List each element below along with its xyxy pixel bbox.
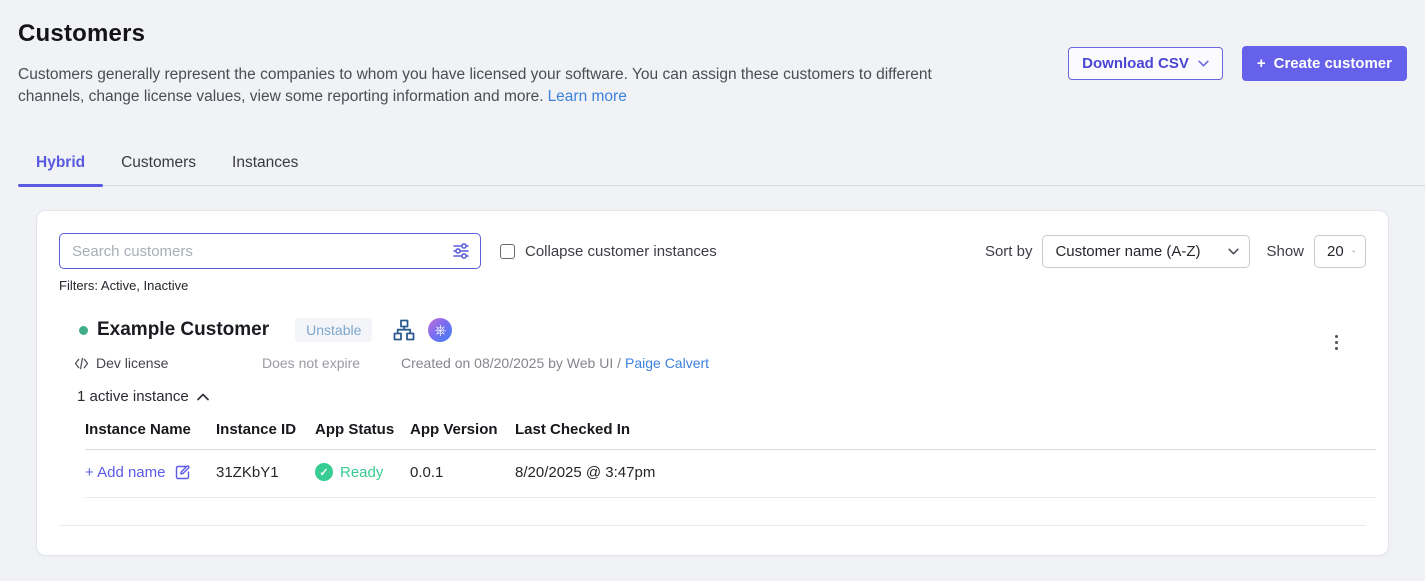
create-customer-button[interactable]: + Create customer <box>1242 46 1407 81</box>
tab-bar: Hybrid Customers Instances <box>18 154 1425 186</box>
customer-header-row: Example Customer Unstable ⎈ <box>59 318 1366 342</box>
app-version-cell: 0.0.1 <box>410 464 515 481</box>
col-instance-id: Instance ID <box>216 421 315 438</box>
page-description-text: Customers generally represent the compan… <box>18 66 932 105</box>
create-customer-label: Create customer <box>1274 55 1392 72</box>
show-label: Show <box>1266 243 1304 260</box>
instances-summary-label: 1 active instance <box>77 388 189 405</box>
active-status-dot <box>79 326 88 335</box>
created-by-link[interactable]: Paige Calvert <box>625 355 709 371</box>
download-csv-label: Download CSV <box>1082 55 1189 72</box>
show-select-value: 20 <box>1327 243 1344 260</box>
app-status-label: Ready <box>340 464 383 481</box>
collapse-instances-control[interactable]: Collapse customer instances <box>500 243 717 260</box>
tab-hybrid[interactable]: Hybrid <box>18 154 103 185</box>
col-last-checked-in: Last Checked In <box>515 421 1376 438</box>
page-title: Customers <box>18 20 1407 48</box>
search-input[interactable] <box>60 234 451 268</box>
download-csv-button[interactable]: Download CSV <box>1068 47 1223 80</box>
tab-customers[interactable]: Customers <box>103 154 214 185</box>
instance-row: + Add name 31ZKbY1 ✓ Ready 0.0.1 <box>85 450 1376 498</box>
collapse-instances-label: Collapse customer instances <box>525 243 717 260</box>
app-status-cell: ✓ Ready <box>315 463 410 481</box>
sort-select-value: Customer name (A-Z) <box>1055 243 1200 260</box>
created-prefix: Created on 08/20/2025 by Web UI / <box>401 355 621 371</box>
instance-id-cell: 31ZKbY1 <box>216 464 315 481</box>
license-type-label: Dev license <box>96 355 168 371</box>
col-instance-name: Instance Name <box>85 421 216 438</box>
chevron-down-icon <box>1228 248 1239 255</box>
instances-table-header: Instance Name Instance ID App Status App… <box>85 421 1376 450</box>
header-actions: Download CSV + Create customer <box>1068 46 1407 81</box>
instance-name-cell: + Add name <box>85 464 216 481</box>
chevron-down-icon <box>1198 60 1209 67</box>
sort-select[interactable]: Customer name (A-Z) <box>1042 235 1250 268</box>
card-divider <box>59 525 1366 526</box>
kubernetes-icon: ⎈ <box>428 318 452 342</box>
sitemap-icon <box>392 318 416 342</box>
toolbar: Collapse customer instances Sort by Cust… <box>59 233 1366 269</box>
instances-table: Instance Name Instance ID App Status App… <box>85 421 1376 498</box>
check-circle-icon: ✓ <box>315 463 333 481</box>
chevron-up-icon <box>197 393 209 401</box>
customer-menu-button[interactable] <box>1331 331 1342 354</box>
plus-icon: + <box>1257 55 1266 72</box>
customer-name-link[interactable]: Example Customer <box>97 319 269 341</box>
search-box <box>59 233 481 269</box>
channel-badge: Unstable <box>295 318 372 342</box>
code-icon <box>74 357 89 370</box>
customers-card: Collapse customer instances Sort by Cust… <box>36 210 1389 556</box>
customer-section: Example Customer Unstable ⎈ <box>59 318 1366 498</box>
filter-sliders-icon[interactable] <box>451 241 471 261</box>
page-description: Customers generally represent the compan… <box>18 64 980 108</box>
expiry-text: Does not expire <box>262 355 401 371</box>
col-app-status: App Status <box>315 421 410 438</box>
learn-more-link[interactable]: Learn more <box>548 88 627 105</box>
add-name-link[interactable]: + Add name <box>85 464 165 481</box>
checkbox-icon[interactable] <box>500 244 515 259</box>
customer-meta-row: Dev license Does not expire Created on 0… <box>59 355 1366 371</box>
tab-instances[interactable]: Instances <box>214 154 316 185</box>
show-select[interactable]: 20 <box>1314 235 1366 268</box>
last-checked-in-cell: 8/20/2025 @ 3:47pm <box>515 464 1376 481</box>
license-type: Dev license <box>74 355 262 371</box>
col-app-version: App Version <box>410 421 515 438</box>
created-text: Created on 08/20/2025 by Web UI /Paige C… <box>401 355 709 371</box>
customers-page: Customers Download CSV + Create customer… <box>0 0 1425 556</box>
edit-icon[interactable] <box>174 464 191 481</box>
active-filters-text: Filters: Active, Inactive <box>59 278 1366 293</box>
chevron-down-icon <box>1352 248 1355 255</box>
sort-by-label: Sort by <box>985 243 1033 260</box>
instances-toggle[interactable]: 1 active instance <box>59 388 209 405</box>
